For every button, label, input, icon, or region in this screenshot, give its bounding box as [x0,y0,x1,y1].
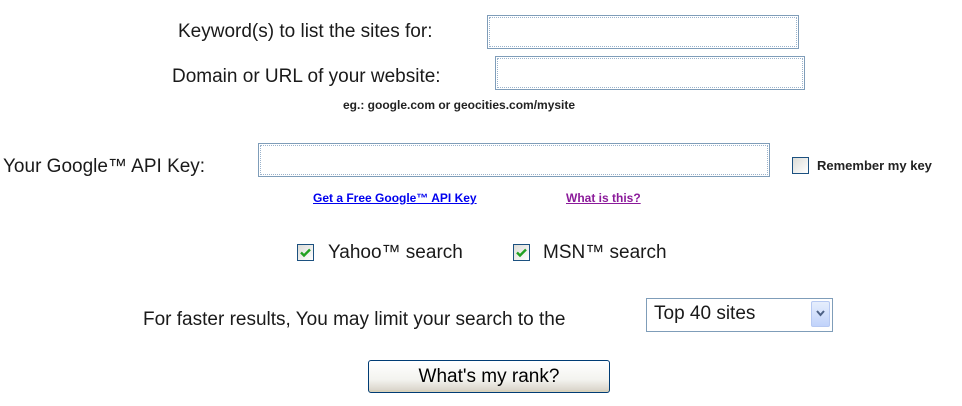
keyword-input[interactable] [487,15,799,49]
api-key-input[interactable] [258,143,770,177]
whats-my-rank-button[interactable]: What's my rank? [368,360,610,393]
get-free-api-key-link[interactable]: Get a Free Google™ API Key [313,191,477,205]
checkmark-icon [516,248,527,258]
remember-key-label: Remember my key [817,158,932,173]
api-key-label: Your Google™ API Key: [3,156,206,177]
checkmark-icon [300,248,311,258]
what-is-this-link[interactable]: What is this? [566,191,641,205]
domain-input[interactable] [495,56,805,90]
dropdown-button[interactable] [811,301,830,327]
limit-label: For faster results, You may limit your s… [143,309,566,330]
chevron-down-icon [816,310,825,317]
domain-hint: eg.: google.com or geocities.com/mysite [343,98,576,112]
remember-key-checkbox[interactable] [792,157,809,174]
msn-search-checkbox[interactable] [513,244,530,261]
limit-selected-value: Top 40 sites [654,303,756,324]
msn-search-label: MSN™ search [543,242,667,263]
yahoo-search-checkbox[interactable] [297,244,314,261]
domain-label: Domain or URL of your website: [172,66,441,87]
limit-select[interactable]: Top 40 sites [646,298,833,332]
yahoo-search-label: Yahoo™ search [328,242,463,263]
keyword-label: Keyword(s) to list the sites for: [178,21,433,42]
